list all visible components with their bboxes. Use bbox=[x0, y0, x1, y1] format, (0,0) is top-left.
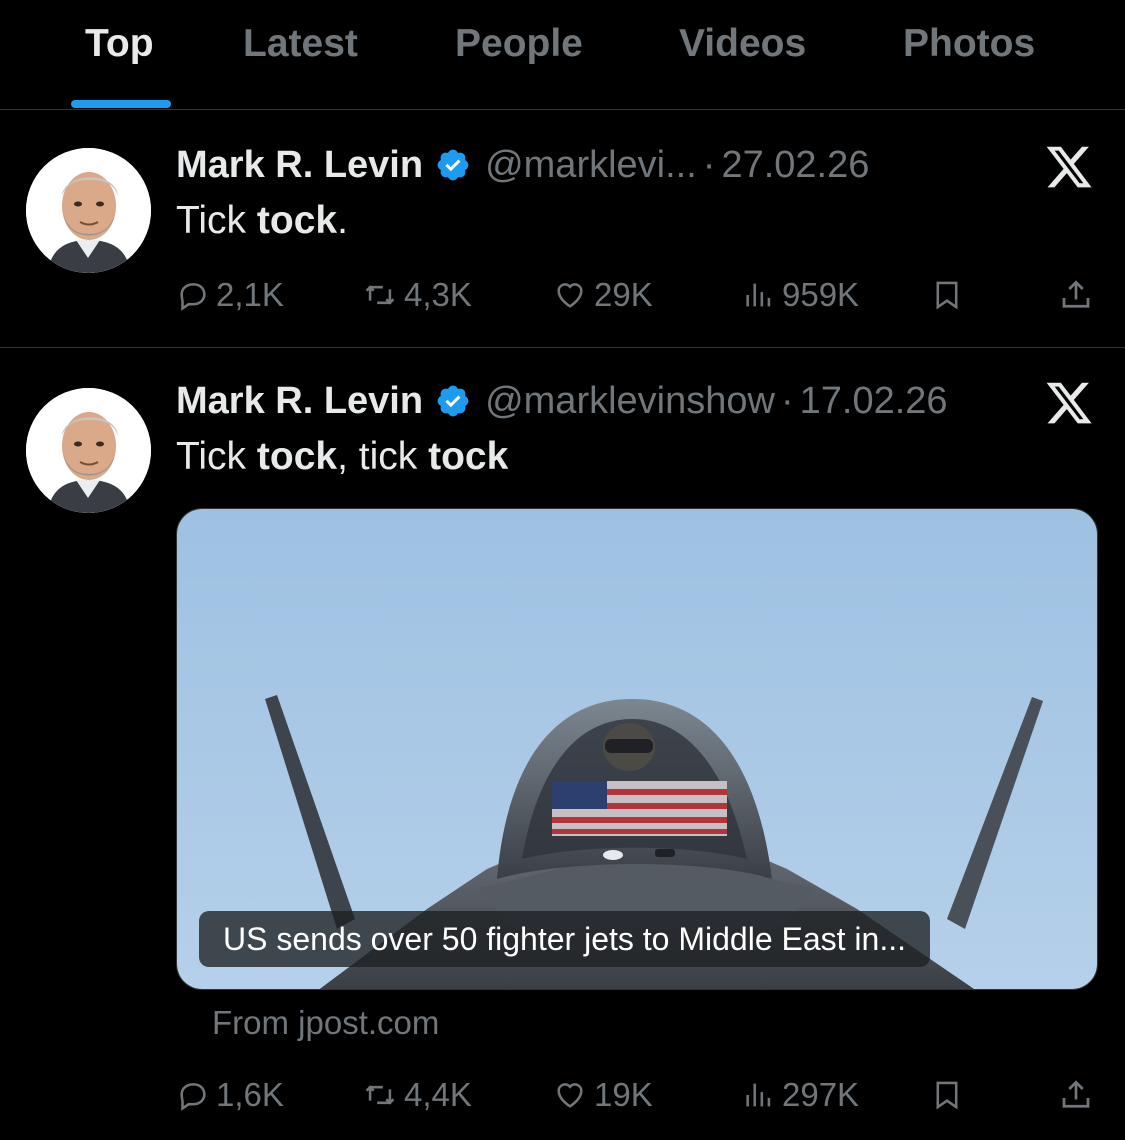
share-icon bbox=[1062, 280, 1090, 308]
tab-videos[interactable]: Videos bbox=[679, 22, 806, 66]
heart-icon bbox=[557, 283, 583, 308]
x-logo-icon bbox=[1046, 146, 1092, 188]
avatar[interactable] bbox=[26, 388, 151, 513]
reply-icon bbox=[180, 1083, 206, 1111]
author-handle[interactable]: @marklevinshow bbox=[485, 380, 775, 423]
like-button[interactable]: 19K bbox=[552, 1073, 653, 1117]
tweet-header: Mark R. Levin @marklevinshow · 17.02.26 bbox=[176, 376, 948, 426]
reply-count: 1,6K bbox=[216, 1076, 284, 1113]
views-icon bbox=[746, 283, 771, 307]
repost-icon bbox=[365, 285, 395, 305]
tweet-text: Tick tock. bbox=[176, 199, 348, 243]
repost-count: 4,3K bbox=[404, 276, 472, 313]
tweet-header: Mark R. Levin @marklevi... · 27.02.26 bbox=[176, 140, 869, 190]
tweet-actions: 2,1K 4,3K 29K 959K bbox=[0, 273, 1125, 317]
tweet-actions: 1,6K 4,4K 19K 297K bbox=[0, 1073, 1125, 1117]
tweet[interactable]: Mark R. Levin @marklevi... · 27.02.26 Ti… bbox=[0, 111, 1125, 348]
active-tab-indicator bbox=[71, 100, 171, 108]
share-icon bbox=[1062, 1080, 1090, 1108]
repost-button[interactable]: 4,3K bbox=[362, 273, 472, 317]
verified-badge-icon bbox=[435, 147, 471, 183]
tab-top[interactable]: Top bbox=[85, 22, 154, 66]
search-results-screen: Top Latest People Videos Photos Mark R. … bbox=[0, 0, 1125, 1140]
views-icon bbox=[746, 1083, 771, 1107]
tab-latest[interactable]: Latest bbox=[243, 22, 358, 66]
search-tabs: Top Latest People Videos Photos bbox=[0, 0, 1125, 110]
author-handle[interactable]: @marklevi... bbox=[485, 144, 697, 187]
repost-button[interactable]: 4,4K bbox=[362, 1073, 472, 1117]
separator-dot: · bbox=[780, 379, 794, 422]
reply-count: 2,1K bbox=[216, 276, 284, 313]
like-button[interactable]: 29K bbox=[552, 273, 653, 317]
tab-photos[interactable]: Photos bbox=[903, 22, 1035, 66]
x-logo-icon bbox=[1046, 382, 1092, 424]
link-preview-card[interactable]: US sends over 50 fighter jets to Middle … bbox=[176, 508, 1098, 990]
like-count: 29K bbox=[594, 276, 653, 313]
views-count: 959K bbox=[782, 276, 860, 313]
avatar-portrait-icon bbox=[26, 148, 151, 273]
reply-icon bbox=[180, 283, 206, 311]
bookmark-icon bbox=[936, 281, 958, 310]
views-button[interactable]: 959K bbox=[742, 273, 859, 317]
tweet-text-highlight: tock bbox=[256, 435, 338, 478]
link-source[interactable]: From jpost.com bbox=[212, 1004, 439, 1042]
reply-button[interactable]: 1,6K bbox=[176, 1073, 284, 1117]
bookmark-icon bbox=[936, 1081, 958, 1110]
bookmark-button[interactable] bbox=[930, 1073, 970, 1117]
tweet-text-part: Tick bbox=[176, 199, 257, 242]
views-count: 297K bbox=[782, 1076, 860, 1113]
reply-button[interactable]: 2,1K bbox=[176, 273, 284, 317]
repost-icon bbox=[365, 1085, 395, 1105]
share-button[interactable] bbox=[1058, 273, 1100, 317]
tweet-date[interactable]: 17.02.26 bbox=[800, 380, 948, 423]
like-count: 19K bbox=[594, 1076, 653, 1113]
author-name[interactable]: Mark R. Levin bbox=[176, 380, 423, 423]
bookmark-button[interactable] bbox=[930, 273, 970, 317]
tweet[interactable]: Mark R. Levin @marklevinshow · 17.02.26 … bbox=[0, 348, 1125, 1140]
tab-people[interactable]: People bbox=[455, 22, 583, 66]
link-preview-title[interactable]: US sends over 50 fighter jets to Middle … bbox=[199, 911, 930, 967]
tweet-text: Tick tock, tick tock bbox=[176, 435, 508, 479]
views-button[interactable]: 297K bbox=[742, 1073, 859, 1117]
share-button[interactable] bbox=[1058, 1073, 1100, 1117]
avatar-portrait-icon bbox=[26, 388, 151, 513]
tweet-date[interactable]: 27.02.26 bbox=[721, 144, 869, 187]
verified-badge-icon bbox=[435, 383, 471, 419]
tweet-text-part: . bbox=[337, 199, 348, 242]
separator-dot: · bbox=[702, 143, 716, 186]
tweet-text-part: , tick bbox=[337, 435, 429, 478]
tweet-text-highlight: tock bbox=[428, 435, 509, 478]
author-name[interactable]: Mark R. Levin bbox=[176, 144, 423, 187]
tweet-text-highlight: tock bbox=[256, 199, 338, 242]
repost-count: 4,4K bbox=[404, 1076, 472, 1113]
avatar[interactable] bbox=[26, 148, 151, 273]
tweet-text-part: Tick bbox=[176, 435, 257, 478]
heart-icon bbox=[557, 1083, 583, 1108]
